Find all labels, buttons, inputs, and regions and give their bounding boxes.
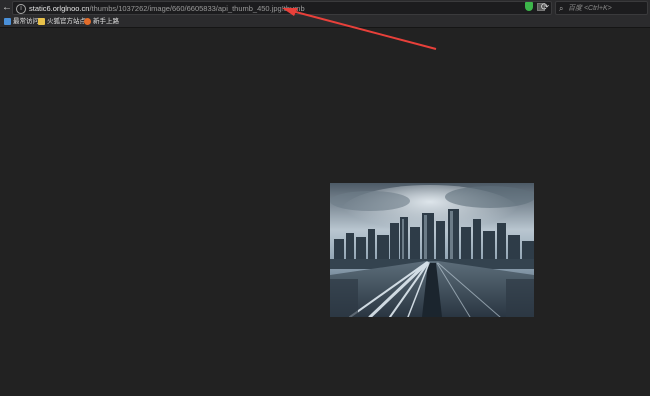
bookmark-most-visited[interactable]: 最常访问 — [4, 16, 39, 27]
city-highway-image[interactable] — [330, 183, 534, 317]
bookmark-label: 最常访问 — [13, 18, 39, 25]
bookmark-label: 火狐官方站点 — [47, 18, 86, 25]
search-icon: ⌕ — [559, 4, 564, 13]
url-host: static6.orlglnoo.cn — [29, 4, 90, 13]
reload-button[interactable]: ⟳ — [539, 2, 551, 14]
bookmark-label: 新手上路 — [93, 18, 119, 25]
browser-toolbar: ← i static6.orlglnoo.cn/thumbs/1037262/i… — [0, 0, 650, 17]
firefox-icon — [84, 18, 91, 25]
info-icon[interactable]: i — [16, 4, 26, 14]
bookmark-folder-icon — [38, 18, 45, 25]
url-text[interactable]: static6.orlglnoo.cn/thumbs/1037262/image… — [29, 3, 305, 14]
search-bar[interactable]: ⌕ 百度 <Ctrl+K> — [555, 1, 648, 15]
url-bar[interactable]: i static6.orlglnoo.cn/thumbs/1037262/ima… — [12, 1, 552, 15]
bookmark-official-site[interactable]: 火狐官方站点 — [38, 16, 86, 27]
tracking-shield-icon[interactable] — [525, 2, 533, 11]
url-path: /thumbs/1037262/image/660/6605833/api_th… — [89, 4, 305, 13]
bookmarks-bar: 最常访问 火狐官方站点 新手上路 — [0, 16, 650, 28]
bookmark-getting-started[interactable]: 新手上路 — [84, 16, 119, 27]
search-placeholder: 百度 <Ctrl+K> — [568, 5, 612, 12]
bookmark-folder-icon — [4, 18, 11, 25]
page-content — [0, 28, 650, 396]
city-highway-image-graphic — [330, 183, 534, 317]
